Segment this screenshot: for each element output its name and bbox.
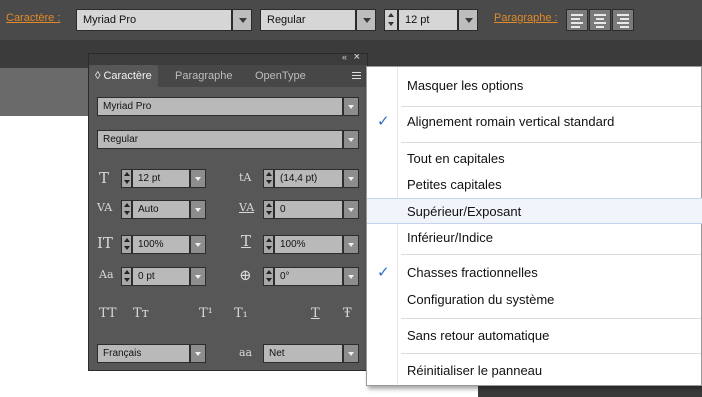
rotation-arrow[interactable] <box>343 267 359 286</box>
font-size-icon: T <box>99 169 110 187</box>
underline-button[interactable]: T <box>311 306 320 321</box>
menu-item-label: Inférieur/Indice <box>407 230 493 245</box>
menu-separator <box>401 106 701 107</box>
menu-separator <box>401 254 701 255</box>
all-caps-button[interactable]: TT <box>99 306 117 321</box>
vertical-scale-field[interactable]: 100% <box>132 235 190 254</box>
menu-item-inferieur-indice[interactable]: Inférieur/Indice <box>367 225 702 251</box>
panel-tabs: ◊ Caractère Paragraphe OpenType <box>89 65 367 87</box>
menu-item-alignement-romain[interactable]: ✓ Alignement romain vertical standard <box>367 109 702 135</box>
close-icon[interactable]: × <box>354 51 360 63</box>
menu-item-label: Alignement romain vertical standard <box>407 114 615 129</box>
menu-separator <box>401 318 701 319</box>
rotation-stepper[interactable] <box>263 267 274 286</box>
tab-caractere[interactable]: ◊ Caractère <box>89 65 158 87</box>
check-icon: ✓ <box>377 264 390 281</box>
menu-item-configuration-systeme[interactable]: Configuration du système <box>367 287 702 313</box>
menu-item-label: Petites capitales <box>407 177 502 192</box>
font-size-field[interactable]: 12 pt <box>132 169 190 188</box>
font-family-select[interactable]: Myriad Pro <box>76 9 232 31</box>
menu-item-tout-en-capitales[interactable]: Tout en capitales <box>367 146 702 172</box>
kerning-field[interactable]: Auto <box>132 200 190 219</box>
menu-item-sans-retour[interactable]: Sans retour automatique <box>367 323 702 349</box>
leading-stepper[interactable] <box>263 169 274 188</box>
caractere-link[interactable]: Caractère : <box>6 12 60 24</box>
panel-options-menu: Masquer les options ✓ Alignement romain … <box>366 66 702 386</box>
menu-item-label: Tout en capitales <box>407 151 505 166</box>
antialias-icon: aa <box>239 346 253 359</box>
menu-item-label: Supérieur/Exposant <box>407 204 522 219</box>
menu-separator <box>401 142 701 143</box>
panel-font-family-arrow[interactable] <box>343 97 359 116</box>
panel-font-style-field[interactable]: Regular <box>97 130 343 149</box>
panel-menu-icon[interactable] <box>345 69 363 83</box>
antialias-arrow[interactable] <box>343 344 359 363</box>
kerning-arrow[interactable] <box>190 200 206 219</box>
collapse-icon[interactable]: « <box>342 52 347 62</box>
leading-field[interactable]: (14,4 pt) <box>274 169 343 188</box>
language-arrow[interactable] <box>190 344 206 363</box>
tracking-field[interactable]: 0 <box>274 200 343 219</box>
vertical-scale-arrow[interactable] <box>190 235 206 254</box>
font-size-arrow[interactable] <box>458 9 478 31</box>
align-right-button[interactable] <box>612 9 634 31</box>
vertical-scale-icon: IT <box>97 234 113 252</box>
baseline-shift-icon: Aa <box>99 268 114 281</box>
character-panel: « × ◊ Caractère Paragraphe OpenType Myri… <box>88 51 368 371</box>
tab-opentype[interactable]: OpenType <box>249 65 312 87</box>
horizontal-scale-stepper[interactable] <box>263 235 274 254</box>
strikethrough-button[interactable]: Ŧ <box>343 306 352 321</box>
small-caps-button[interactable]: Tт <box>133 306 149 321</box>
leading-arrow[interactable] <box>343 169 359 188</box>
panel-title-bar[interactable]: « × <box>89 51 367 65</box>
antialias-select[interactable]: Net <box>263 344 343 363</box>
font-size-stepper[interactable] <box>384 9 398 31</box>
font-family-arrow[interactable] <box>232 9 252 31</box>
leading-icon: tA <box>239 171 252 184</box>
panel-font-family-field[interactable]: Myriad Pro <box>97 97 343 116</box>
menu-item-masquer-options[interactable]: Masquer les options <box>367 73 702 99</box>
check-icon: ✓ <box>377 113 390 130</box>
rotation-field[interactable]: 0° <box>274 267 343 286</box>
horizontal-scale-field[interactable]: 100% <box>274 235 343 254</box>
tracking-icon: VA <box>239 201 255 214</box>
font-size-arrow[interactable] <box>190 169 206 188</box>
language-select[interactable]: Français <box>97 344 190 363</box>
baseline-shift-stepper[interactable] <box>121 267 132 286</box>
screenshot: Caractère : Myriad Pro Regular 12 pt Par… <box>0 0 702 397</box>
align-center-button[interactable] <box>589 9 611 31</box>
font-style-select[interactable]: Regular <box>260 9 356 31</box>
superscript-button[interactable]: T¹ <box>199 306 213 321</box>
tab-paragraphe[interactable]: Paragraphe <box>169 65 239 87</box>
panel-font-style-arrow[interactable] <box>343 130 359 149</box>
tracking-stepper[interactable] <box>263 200 274 219</box>
menu-item-reinitialiser-panneau[interactable]: Réinitialiser le panneau <box>367 358 702 384</box>
menu-item-label: Configuration du système <box>407 292 555 307</box>
baseline-shift-arrow[interactable] <box>190 267 206 286</box>
menu-separator <box>401 353 701 354</box>
font-size-field[interactable]: 12 pt <box>398 9 458 31</box>
canvas-area <box>0 68 90 116</box>
menu-item-label: Masquer les options <box>407 78 524 93</box>
kerning-icon: VA <box>97 201 113 214</box>
horizontal-scale-icon: T <box>241 232 252 250</box>
subscript-button[interactable]: T₁ <box>234 306 248 321</box>
menu-item-label: Sans retour automatique <box>407 328 550 343</box>
tracking-arrow[interactable] <box>343 200 359 219</box>
control-bar: Caractère : Myriad Pro Regular 12 pt Par… <box>0 0 702 40</box>
paragraphe-link[interactable]: Paragraphe : <box>494 12 558 24</box>
horizontal-scale-arrow[interactable] <box>343 235 359 254</box>
menu-item-label: Chasses fractionnelles <box>407 265 538 280</box>
menu-item-petites-capitales[interactable]: Petites capitales <box>367 172 702 198</box>
font-style-arrow[interactable] <box>356 9 376 31</box>
rotation-icon: ⊕ <box>239 266 252 284</box>
menu-item-superieur-exposant[interactable]: Supérieur/Exposant <box>367 198 702 224</box>
font-size-stepper[interactable] <box>121 169 132 188</box>
kerning-stepper[interactable] <box>121 200 132 219</box>
baseline-shift-field[interactable]: 0 pt <box>132 267 190 286</box>
menu-item-chasses-fractionnelles[interactable]: ✓ Chasses fractionnelles <box>367 260 702 286</box>
vertical-scale-stepper[interactable] <box>121 235 132 254</box>
menu-item-label: Réinitialiser le panneau <box>407 363 543 378</box>
align-left-button[interactable] <box>566 9 588 31</box>
